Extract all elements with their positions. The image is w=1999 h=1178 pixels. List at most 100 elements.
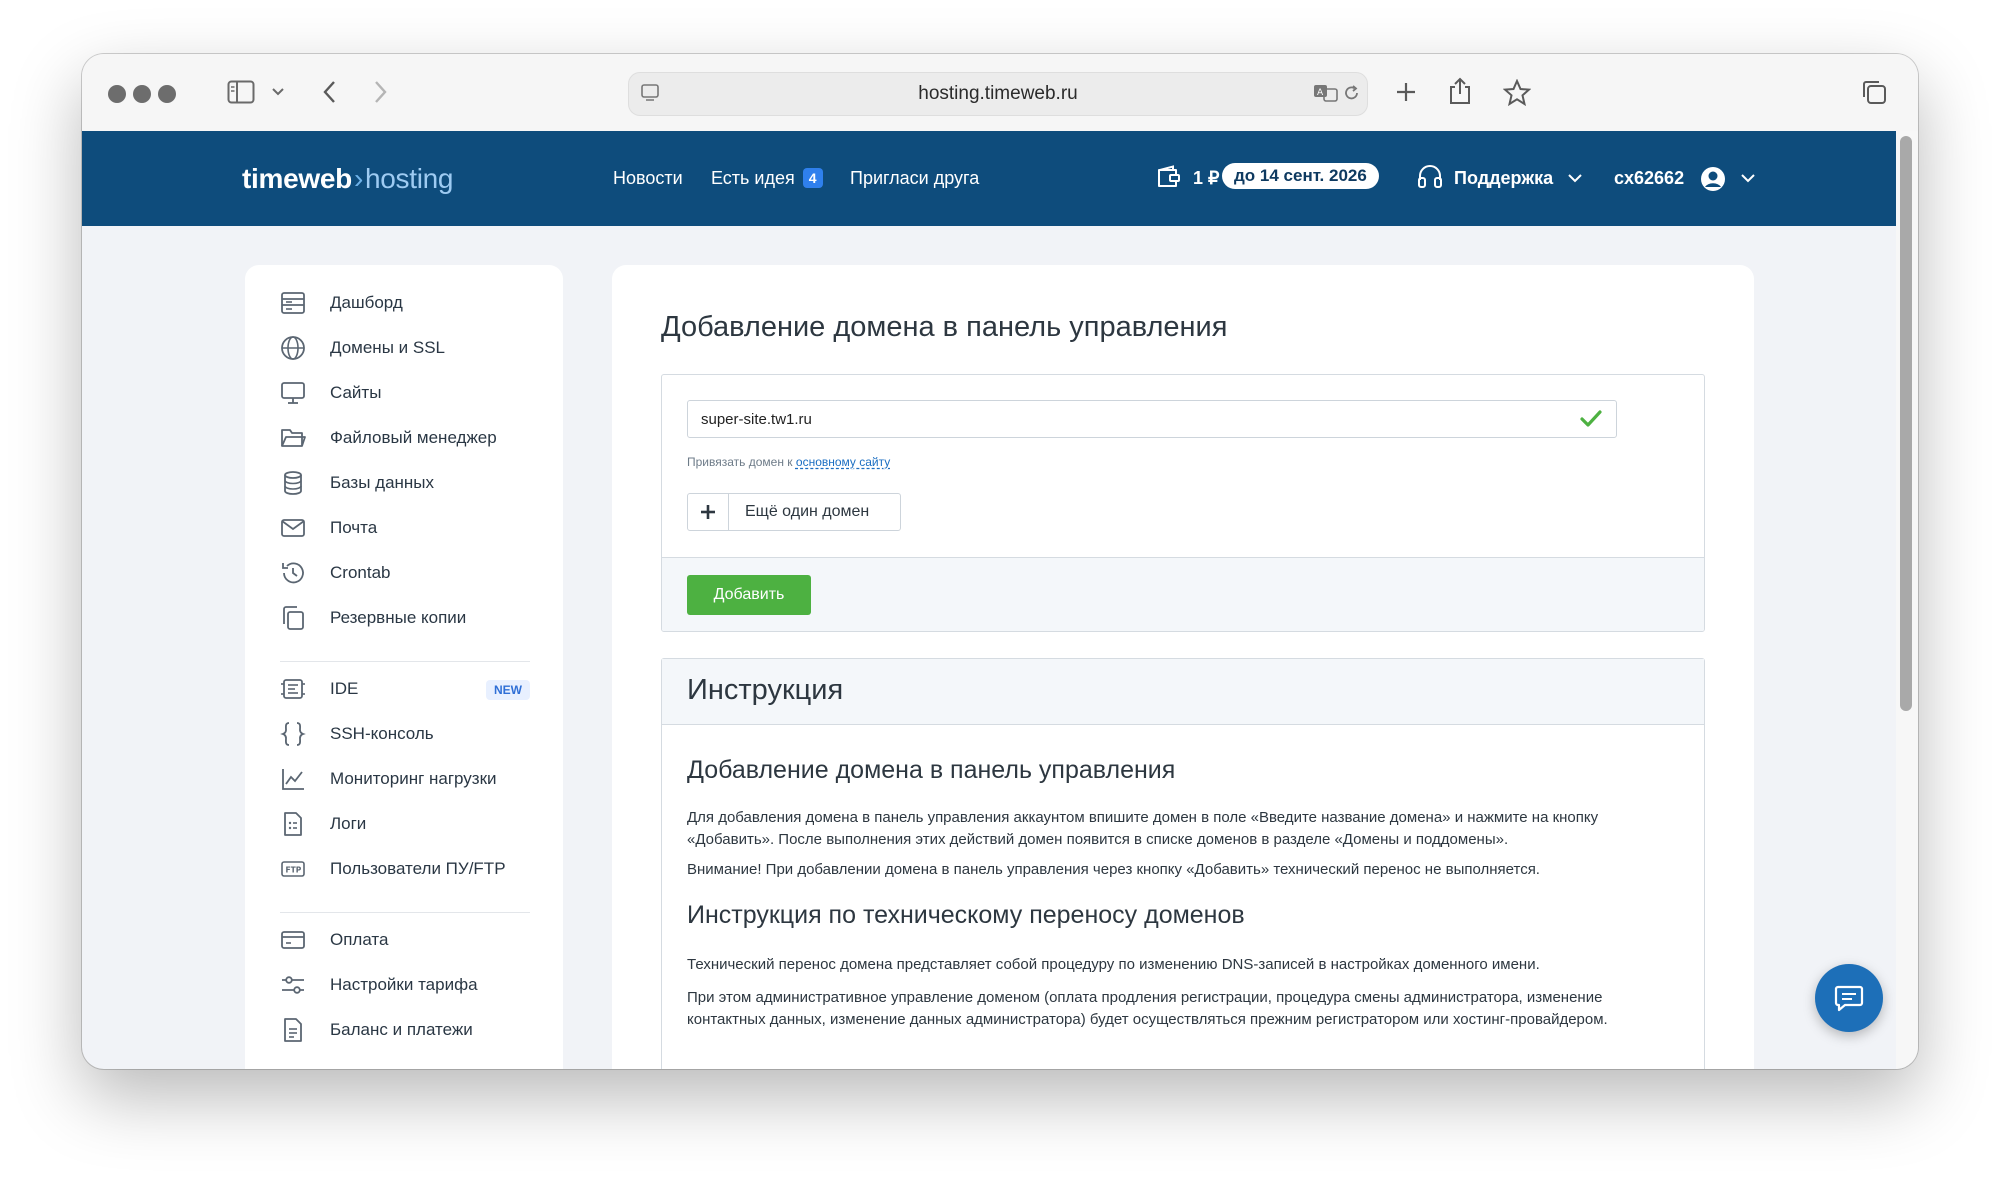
sidebar-item-domains[interactable]: Домены и SSL <box>280 333 530 363</box>
sidebar-item-label: Мониторинг нагрузки <box>330 769 497 788</box>
sidebar-item-sites[interactable]: Сайты <box>280 378 530 408</box>
globe-icon <box>281 336 305 360</box>
sidebar-item-label: Логи <box>330 814 367 833</box>
database-icon <box>284 471 302 495</box>
card-icon <box>281 931 305 949</box>
sidebar-item-label: Базы данных <box>330 473 435 492</box>
sidebar-item-tariff-settings[interactable]: Настройки тарифа <box>280 970 530 1000</box>
sidebar-item-mail[interactable]: Почта <box>280 513 530 543</box>
sidebar-toggle-icon[interactable] <box>227 80 255 104</box>
svg-text:A: A <box>1317 88 1324 98</box>
sidebar-item-balance[interactable]: Баланс и платежи <box>280 1015 530 1045</box>
chevron-down-icon[interactable] <box>272 88 284 96</box>
reload-icon[interactable] <box>1343 84 1361 102</box>
sliders-icon <box>282 976 304 994</box>
sidebar-item-file-manager[interactable]: Файловый менеджер <box>280 423 530 453</box>
svg-text:FTP: FTP <box>286 866 302 875</box>
chat-bubble-icon <box>1834 985 1864 1012</box>
sidebar: Дашборд Домены и SSL Сайты Файловый мене… <box>245 265 563 1069</box>
instructions-title: Инструкция <box>687 674 844 706</box>
new-tab-icon[interactable] <box>1395 81 1417 103</box>
sidebar-item-monitoring[interactable]: Мониторинг нагрузки <box>280 764 530 794</box>
history-icon <box>282 562 304 584</box>
sidebar-item-label: SSH-консоль <box>330 724 434 743</box>
nav-news[interactable]: Новости <box>613 168 683 189</box>
sidebar-item-ftp-users[interactable]: FTP Пользователи ПУ/FTP <box>280 854 530 884</box>
forward-icon[interactable] <box>374 80 388 104</box>
site-logo[interactable]: timeweb›hosting <box>242 163 453 195</box>
add-another-domain-button[interactable]: Ещё один домен <box>687 493 901 531</box>
braces-icon <box>280 722 306 746</box>
sidebar-item-label: Настройки тарифа <box>330 975 478 994</box>
sidebar-item-label: IDE <box>330 679 359 698</box>
main-site-link[interactable]: основному сайту <box>796 455 890 469</box>
headset-icon[interactable] <box>1417 164 1443 190</box>
account-chevron-down-icon[interactable] <box>1741 174 1755 183</box>
support-chevron-down-icon[interactable] <box>1568 174 1582 183</box>
site-header: timeweb›hosting Новости Есть идея 4 Пригл… <box>82 131 1896 226</box>
new-badge: NEW <box>486 680 530 700</box>
support-menu[interactable]: Поддержка <box>1454 168 1553 189</box>
chat-button[interactable] <box>1815 964 1883 1032</box>
check-icon <box>1580 410 1602 427</box>
minimize-window-button[interactable] <box>133 85 151 103</box>
sidebar-item-backups[interactable]: Резервные копии <box>280 603 530 633</box>
instructions-section1-title: Добавление домена в панель управления <box>687 756 1176 784</box>
folder-icon <box>281 429 306 447</box>
add-another-domain-label: Ещё один домен <box>745 503 870 520</box>
translate-icon[interactable]: A <box>1313 83 1339 103</box>
copies-icon <box>283 606 304 630</box>
logo-separator: › <box>353 163 363 194</box>
sidebar-item-label: Crontab <box>330 563 391 582</box>
zoom-window-button[interactable] <box>158 85 176 103</box>
bind-domain-hint: Привязать домен к основному сайту <box>687 455 890 469</box>
bookmark-star-icon[interactable] <box>1503 79 1531 106</box>
sidebar-item-label: Домены и SSL <box>330 338 445 357</box>
sidebar-item-crontab[interactable]: Crontab <box>280 558 530 588</box>
sidebar-item-dashboard[interactable]: Дашборд <box>280 288 530 318</box>
monitor-icon <box>281 382 305 404</box>
sidebar-item-label: Файловый менеджер <box>330 428 497 447</box>
ide-icon <box>281 679 305 699</box>
mail-icon <box>281 519 305 537</box>
sidebar-item-label: Дашборд <box>330 293 403 312</box>
account-name[interactable]: cx62662 <box>1614 168 1684 189</box>
sidebar-item-label: Почта <box>330 518 378 537</box>
log-file-icon <box>284 812 302 836</box>
nav-idea[interactable]: Есть идея 4 <box>711 168 823 189</box>
sidebar-item-label: Оплата <box>330 930 389 949</box>
tabs-overview-icon[interactable] <box>1861 79 1887 105</box>
sidebar-item-logs[interactable]: Логи <box>280 809 530 839</box>
sidebar-item-label: Резервные копии <box>330 608 467 627</box>
add-domain-submit-button[interactable]: Добавить <box>687 575 811 615</box>
instructions-section2-title: Инструкция по техническому переносу доме… <box>687 901 1245 929</box>
plus-icon <box>688 494 729 530</box>
sidebar-item-label: Пользователи ПУ/FTP <box>330 859 506 878</box>
form-footer: Добавить <box>662 557 1704 631</box>
back-icon[interactable] <box>322 80 336 104</box>
sidebar-item-payment[interactable]: Оплата <box>280 925 530 955</box>
sidebar-item-label: Баланс и платежи <box>330 1020 473 1039</box>
logo-main: timeweb <box>242 163 352 194</box>
sidebar-item-databases[interactable]: Базы данных <box>280 468 530 498</box>
address-bar[interactable]: hosting.timeweb.ru A <box>628 72 1368 116</box>
user-avatar-icon[interactable] <box>1700 166 1726 192</box>
dashboard-icon <box>281 292 305 314</box>
instructions-panel: Инструкция Добавление домена в панель уп… <box>661 658 1705 1069</box>
page-scrollbar-thumb[interactable] <box>1900 136 1912 711</box>
document-icon <box>284 1018 302 1042</box>
nav-invite[interactable]: Пригласи друга <box>850 168 979 189</box>
wallet-icon[interactable] <box>1156 165 1182 189</box>
domain-input[interactable] <box>687 400 1617 438</box>
balance-amount[interactable]: 1 ₽ <box>1193 168 1219 189</box>
paid-until-badge: до 14 сент. 2026 <box>1222 163 1379 189</box>
sidebar-item-ssh[interactable]: SSH-консоль <box>280 719 530 749</box>
instructions-section1-p2: Внимание! При добавлении домена в панель… <box>687 861 1540 878</box>
share-icon[interactable] <box>1448 77 1472 105</box>
ftp-icon: FTP <box>281 861 305 877</box>
browser-window: hosting.timeweb.ru A timeweb›hosting Нов… <box>82 54 1918 1069</box>
close-window-button[interactable] <box>108 85 126 103</box>
sidebar-item-ide[interactable]: IDE NEW <box>280 674 530 704</box>
url-text: hosting.timeweb.ru <box>918 83 1078 104</box>
instructions-header: Инструкция <box>662 659 1704 725</box>
